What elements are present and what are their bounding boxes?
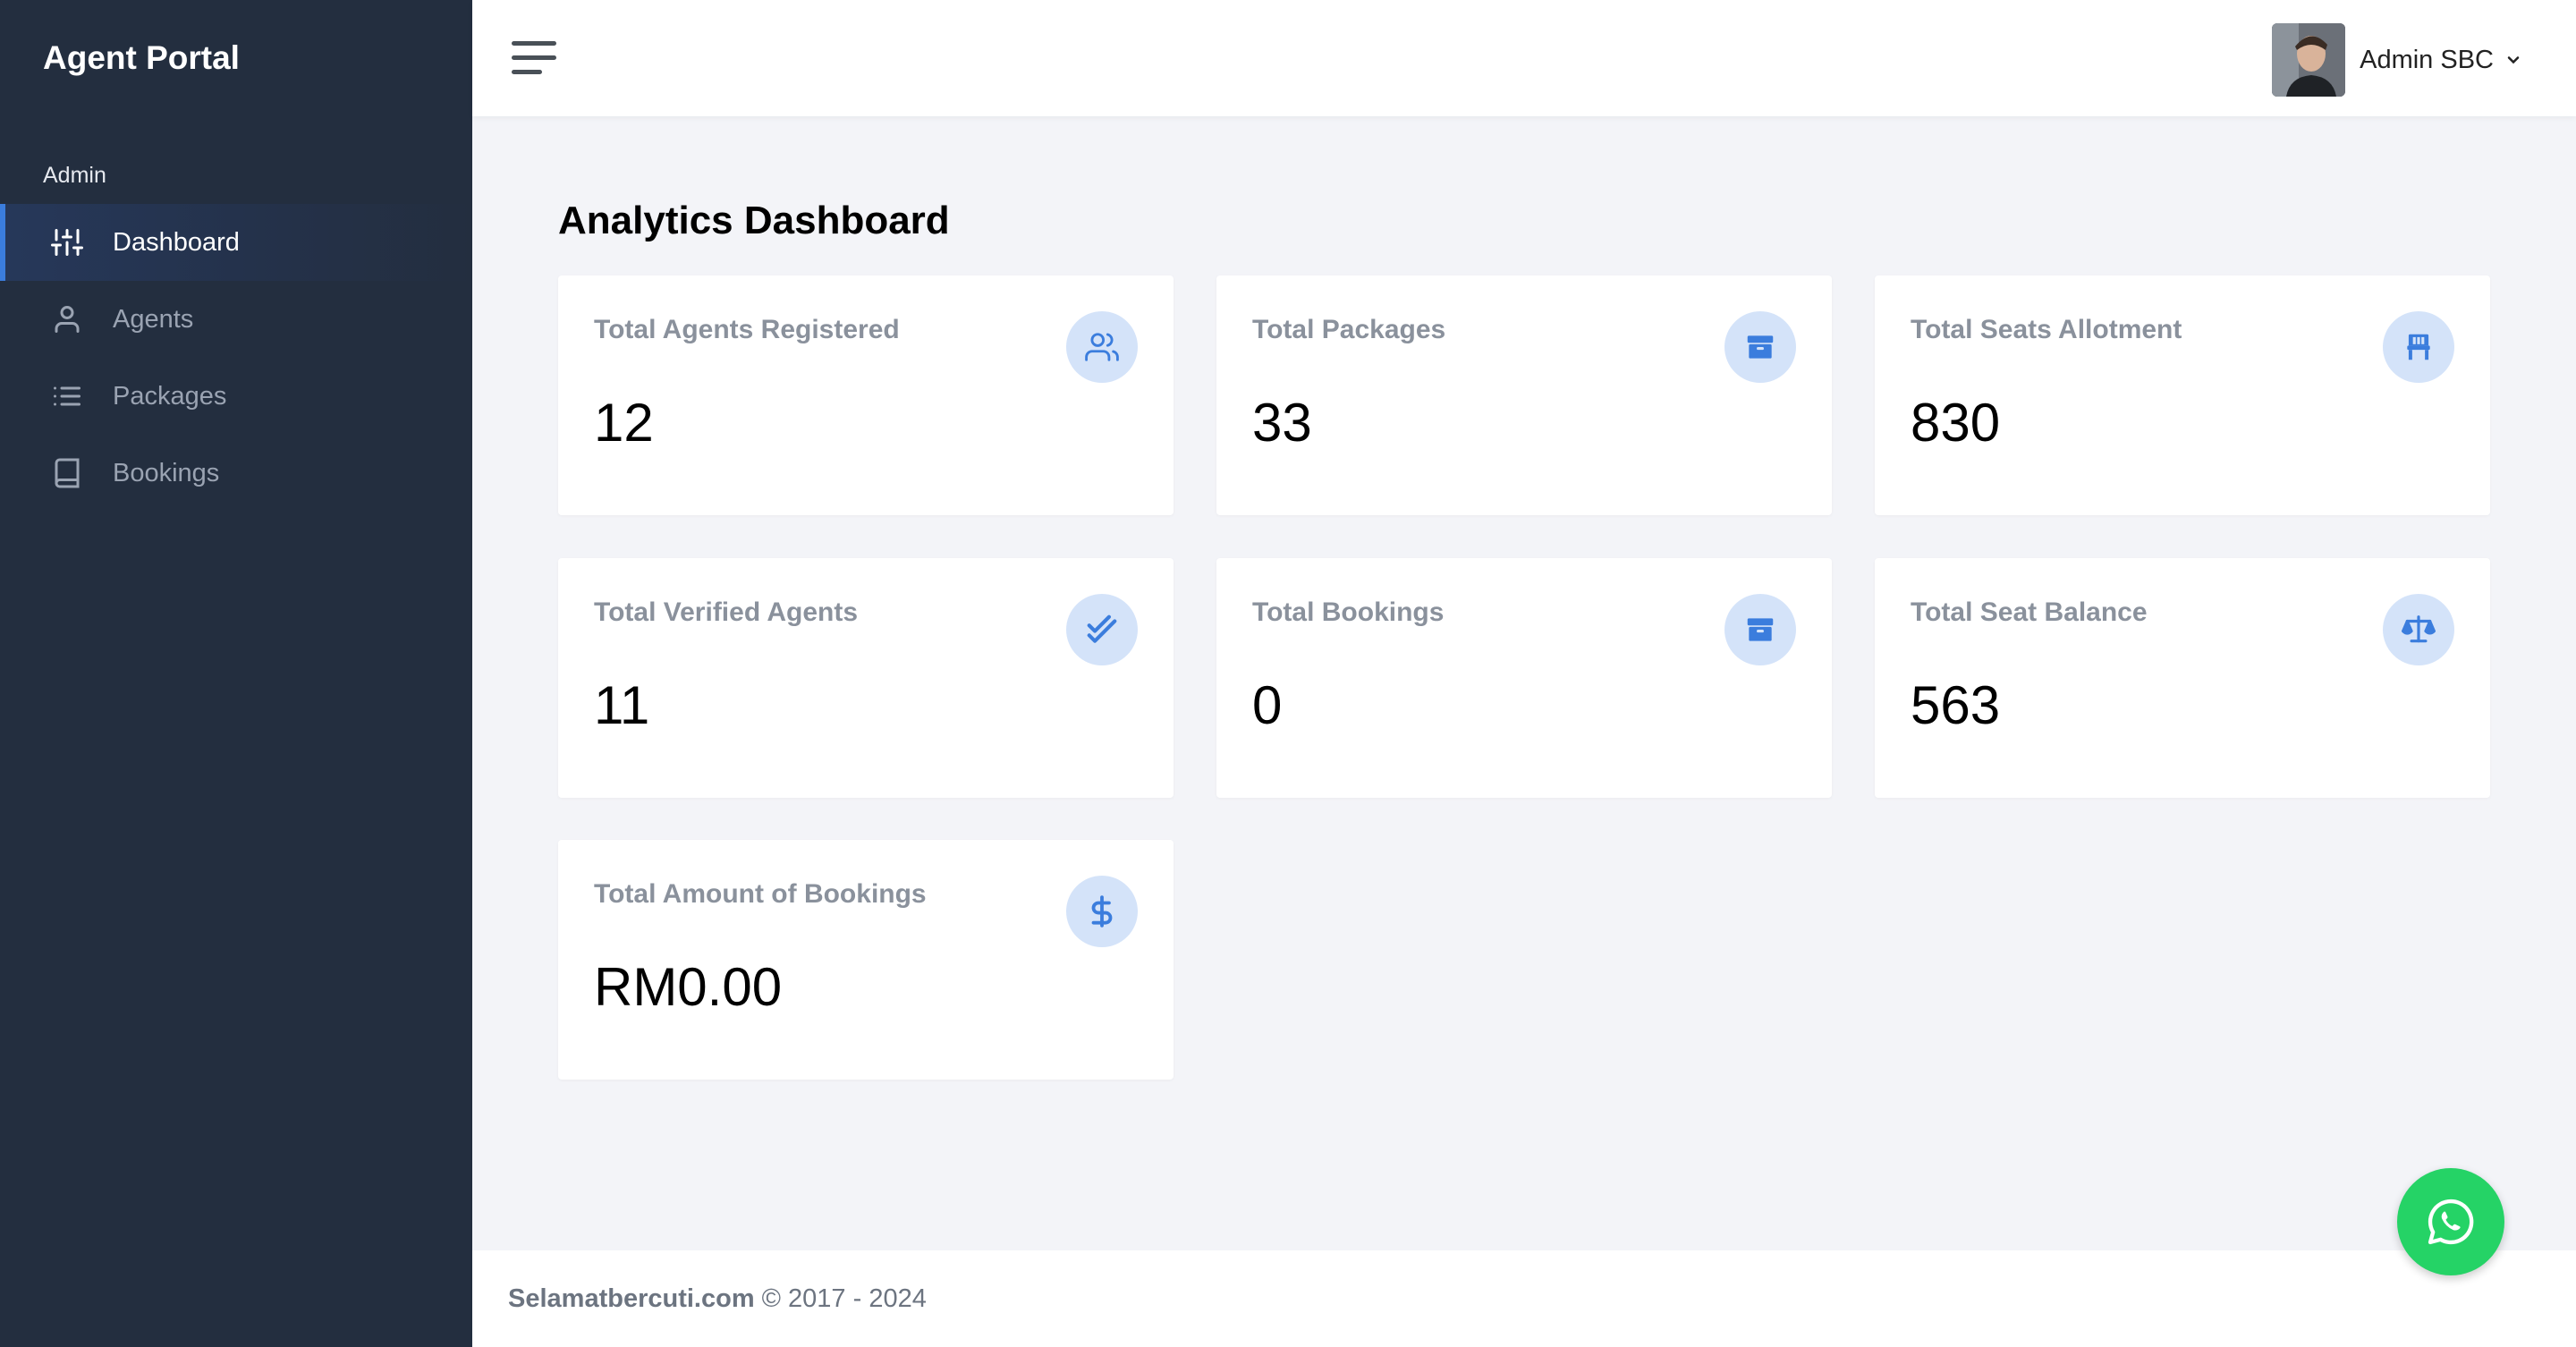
scale-icon (2383, 594, 2454, 665)
sidebar-item-label: Agents (113, 304, 194, 334)
menu-toggle-icon[interactable] (512, 38, 558, 79)
avatar (2272, 23, 2346, 97)
user-menu[interactable]: Admin SBC (2272, 23, 2522, 97)
stat-card-bookings: Total Bookings 0 (1216, 558, 1832, 798)
page-title-bold: Analytics (558, 199, 733, 242)
stat-card-seats-allotment: Total Seats Allotment 830 (1875, 275, 2490, 515)
user-icon (50, 302, 84, 336)
card-value: 0 (1252, 675, 1283, 735)
chevron-down-icon (2507, 56, 2520, 64)
card-label: Total Amount of Bookings (594, 879, 927, 909)
sidebar: Agent Portal Admin Dashboard Agents Pack… (0, 0, 472, 1347)
list-icon (50, 379, 84, 413)
card-label: Total Packages (1252, 315, 1446, 344)
card-value: 830 (1911, 393, 2001, 453)
sidebar-item-packages[interactable]: Packages (0, 358, 472, 435)
topbar: Admin SBC (472, 0, 2576, 116)
stat-card-seat-balance: Total Seat Balance 563 (1875, 558, 2490, 798)
stat-card-amount-bookings: Total Amount of Bookings RM0.00 (558, 840, 1174, 1080)
sidebar-item-bookings[interactable]: Bookings (0, 435, 472, 512)
sidebar-item-dashboard[interactable]: Dashboard (0, 204, 472, 281)
sidebar-item-label: Bookings (113, 458, 220, 487)
stat-card-verified-agents: Total Verified Agents 11 (558, 558, 1174, 798)
page-title-rest: Dashboard (733, 199, 950, 242)
sidebar-nav: Dashboard Agents Packages Bookings (0, 204, 472, 512)
user-name: Admin SBC (2360, 45, 2494, 74)
card-value: RM0.00 (594, 957, 783, 1017)
whatsapp-button[interactable] (2397, 1168, 2504, 1275)
users-icon (1066, 311, 1138, 383)
card-value: 12 (594, 393, 654, 453)
stat-card-agents-registered: Total Agents Registered 12 (558, 275, 1174, 515)
card-label: Total Seats Allotment (1911, 315, 2182, 344)
book-icon (50, 456, 84, 490)
package-icon (1724, 311, 1796, 383)
card-label: Total Seat Balance (1911, 597, 2148, 627)
footer-brand-link[interactable]: Selamatbercuti.com (508, 1284, 755, 1314)
sliders-icon (50, 225, 84, 259)
card-label: Total Verified Agents (594, 597, 859, 627)
double-check-icon (1066, 594, 1138, 665)
page-title: Analytics Dashboard (558, 199, 950, 243)
sidebar-item-agents[interactable]: Agents (0, 281, 472, 358)
brand-title[interactable]: Agent Portal (43, 39, 240, 77)
sidebar-item-label: Dashboard (113, 227, 240, 257)
card-value: 33 (1252, 393, 1312, 453)
card-label: Total Bookings (1252, 597, 1445, 627)
package-icon (1724, 594, 1796, 665)
footer: Selamatbercuti.com © 2017 - 2024 (472, 1250, 2576, 1347)
seat-icon (2383, 311, 2454, 383)
whatsapp-icon (2428, 1199, 2474, 1245)
footer-copyright: © 2017 - 2024 (761, 1283, 927, 1313)
card-label: Total Agents Registered (594, 315, 900, 344)
stat-card-packages: Total Packages 33 (1216, 275, 1832, 515)
dollar-icon (1066, 876, 1138, 947)
card-value: 11 (594, 675, 650, 735)
card-value: 563 (1911, 675, 2001, 735)
sidebar-section-header: Admin (43, 163, 106, 188)
sidebar-item-label: Packages (113, 381, 227, 411)
